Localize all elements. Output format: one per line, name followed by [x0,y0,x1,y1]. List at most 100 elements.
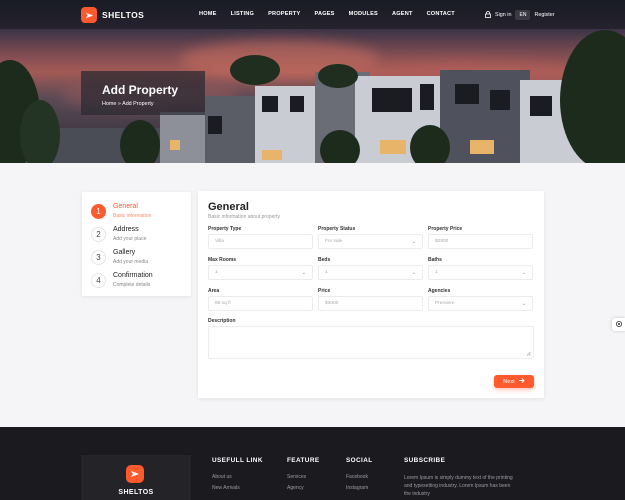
next-button-label: Next [503,378,515,385]
page-title: Add Property [102,83,179,97]
footer-heading: FEATURE [287,457,320,464]
property-price-input[interactable]: $2800 [428,234,533,249]
step-number: 1 [91,204,106,219]
step-title: Confirmation [113,272,153,279]
sign-in-link[interactable]: Sign in [495,12,511,18]
step-title: General [113,203,138,210]
arrow-right-icon [518,378,525,385]
price-placeholder: $3000 [325,301,339,306]
breadcrumb: Home » Add Property [102,101,154,107]
step-general[interactable]: 1 General Basic information [91,202,191,224]
nav-item-property[interactable]: PROPERTY [268,11,300,17]
footer-col-useful: USEFULL LINK About us New Arrivals [212,457,263,491]
brand-logo[interactable]: SHELTOS [81,7,144,23]
description-label: Description [208,318,236,324]
logo-icon [126,465,144,483]
baths-label: Baths [428,257,442,263]
chevron-down-icon: ⌄ [411,239,416,245]
property-type-placeholder: Villa [215,239,224,244]
footer-heading: USEFULL LINK [212,457,263,464]
step-confirmation[interactable]: 4 Confirmation Complete details [91,271,191,293]
breadcrumb-current: Add Property [122,101,154,107]
auth-area: Sign in EN Register [485,10,555,20]
breadcrumb-separator: » [117,101,121,107]
general-form-card: General Basic information about property [198,191,544,398]
beds-label: Beds [318,257,331,263]
beds-select[interactable]: 1 ⌄ [318,265,423,280]
property-price-label: Property Price [428,226,463,232]
step-address[interactable]: 2 Address Add your place [91,225,191,247]
footer-link[interactable]: Services [287,474,320,480]
nav-item-modules[interactable]: MODULES [349,11,378,17]
property-status-value: For sale [325,239,343,244]
step-title: Address [113,226,139,233]
page-title-card: Add Property Home » Add Property [81,71,205,115]
step-subtitle: Basic information [113,213,152,219]
footer-heading: SOCIAL [346,457,373,464]
brand-name: SHELTOS [102,10,145,20]
description-textarea[interactable] [208,326,534,359]
agencies-value: Premiere [435,301,455,306]
form-subtitle: Basic information about property [208,214,280,220]
step-number: 4 [91,273,106,288]
subscribe-text: Lorem Ipsum is simply dummy text of the … [404,475,513,497]
footer-heading: SUBSCRIBE [404,457,446,464]
language-selector[interactable]: EN [515,10,531,20]
price-label: Price [318,288,331,294]
max-rooms-value: 1 [215,270,218,275]
resize-handle-icon[interactable] [526,351,531,356]
nav-item-agent[interactable]: AGENT [392,11,413,17]
settings-toggle[interactable] [612,318,625,331]
step-subtitle: Add your place [113,236,147,242]
footer-brand-name: SHELTOS [118,489,154,496]
site-footer: SHELTOS USEFULL LINK About us New Arriva… [0,427,625,500]
area-placeholder: 85 sq ft [215,301,231,306]
footer-link[interactable]: New Arrivals [212,485,263,491]
footer-col-feature: FEATURE Services Agency [287,457,320,491]
nav-item-home[interactable]: HOME [199,11,217,17]
area-input[interactable]: 85 sq ft [208,296,313,311]
property-status-select[interactable]: For sale ⌄ [318,234,423,249]
main-menu: HOME LISTING PROPERTY PAGES MODULES AGEN… [199,11,469,17]
footer-link[interactable]: Instagram [346,485,373,491]
price-input[interactable]: $3000 [318,296,423,311]
agencies-select[interactable]: Premiere ⌄ [428,296,533,311]
form-title: General [208,201,249,213]
property-type-input[interactable]: Villa [208,234,313,249]
gear-icon [615,320,623,330]
nav-item-contact[interactable]: CONTACT [427,11,455,17]
footer-link[interactable]: About us [212,474,263,480]
property-status-label: Property Status [318,226,356,232]
logo-icon [81,7,97,23]
register-link[interactable]: Register [534,12,554,18]
max-rooms-select[interactable]: 1 ⌄ [208,265,313,280]
step-subtitle: Complete details [113,282,151,288]
footer-link[interactable]: Facebook [346,474,373,480]
step-subtitle: Add your media [113,259,149,265]
chevron-down-icon: ⌄ [411,270,416,276]
footer-col-subscribe: SUBSCRIBE Lorem Ipsum is simply dummy te… [404,457,516,498]
step-title: Gallery [113,249,136,256]
beds-value: 1 [325,270,328,275]
top-navbar: SHELTOS HOME LISTING PROPERTY PAGES MODU… [0,0,625,29]
footer-col-social: SOCIAL Facebook Instagram [346,457,373,491]
footer-link[interactable]: Agency [287,485,320,491]
chevron-down-icon: ⌄ [521,301,526,307]
property-type-label: Property Type [208,226,242,232]
chevron-down-icon: ⌄ [301,270,306,276]
lock-icon [485,10,491,20]
max-rooms-label: Max Rooms [208,257,237,263]
wizard-steps: 1 General Basic information 2 Address Ad… [82,192,191,296]
step-number: 3 [91,250,106,265]
agencies-label: Agencies [428,288,451,294]
baths-value: 1 [435,270,438,275]
nav-item-listing[interactable]: LISTING [231,11,254,17]
area-label: Area [208,288,220,294]
footer-logo-box: SHELTOS [81,455,191,500]
breadcrumb-home[interactable]: Home [102,101,116,107]
next-button[interactable]: Next [494,375,534,388]
property-price-placeholder: $2800 [435,239,449,244]
baths-select[interactable]: 1 ⌄ [428,265,533,280]
nav-item-pages[interactable]: PAGES [314,11,334,17]
step-gallery[interactable]: 3 Gallery Add your media [91,248,191,270]
